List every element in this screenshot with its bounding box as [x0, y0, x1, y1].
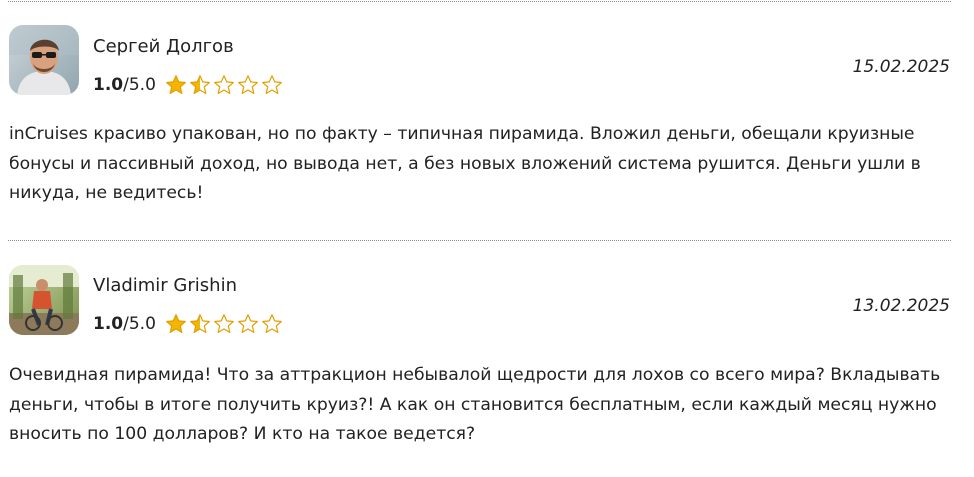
star-filled-icon: [165, 314, 186, 333]
star-half-icon: [189, 75, 210, 94]
star-filled-icon: [165, 75, 186, 94]
rating-max: /5.0: [123, 75, 156, 95]
rating-score: 1.0/5.0: [93, 313, 156, 335]
review-date: 15.02.2025: [852, 57, 950, 77]
reviews-list: Сергей Долгов 1.0/5.0 15.02.2025 inCruis…: [0, 0, 974, 477]
divider: [8, 1, 951, 2]
star-empty-icon: [213, 75, 234, 94]
star-empty-icon: [213, 314, 234, 333]
author-name[interactable]: Сергей Долгов: [93, 36, 234, 58]
review-text: Очевидная пирамида! Что за аттракцион не…: [9, 365, 941, 444]
avatar: [9, 25, 79, 95]
rating-value: 1.0: [93, 314, 124, 334]
star-rating: [165, 74, 285, 96]
rating-score: 1.0/5.0: [93, 74, 156, 96]
rating-max: /5.0: [123, 314, 156, 334]
review-date: 13.02.2025: [852, 296, 950, 316]
divider: [8, 240, 951, 241]
star-half-icon: [189, 314, 210, 333]
author-name[interactable]: Vladimir Grishin: [93, 275, 237, 297]
star-rating: [165, 313, 285, 335]
avatar: [9, 265, 79, 335]
star-empty-icon: [237, 75, 258, 94]
rating-value: 1.0: [93, 75, 124, 95]
review-text: inCruises красиво упакован, но по факту …: [9, 124, 921, 203]
rating: 1.0/5.0: [93, 312, 285, 336]
star-empty-icon: [261, 314, 282, 333]
star-empty-icon: [261, 75, 282, 94]
rating: 1.0/5.0: [93, 73, 285, 97]
star-empty-icon: [237, 314, 258, 333]
